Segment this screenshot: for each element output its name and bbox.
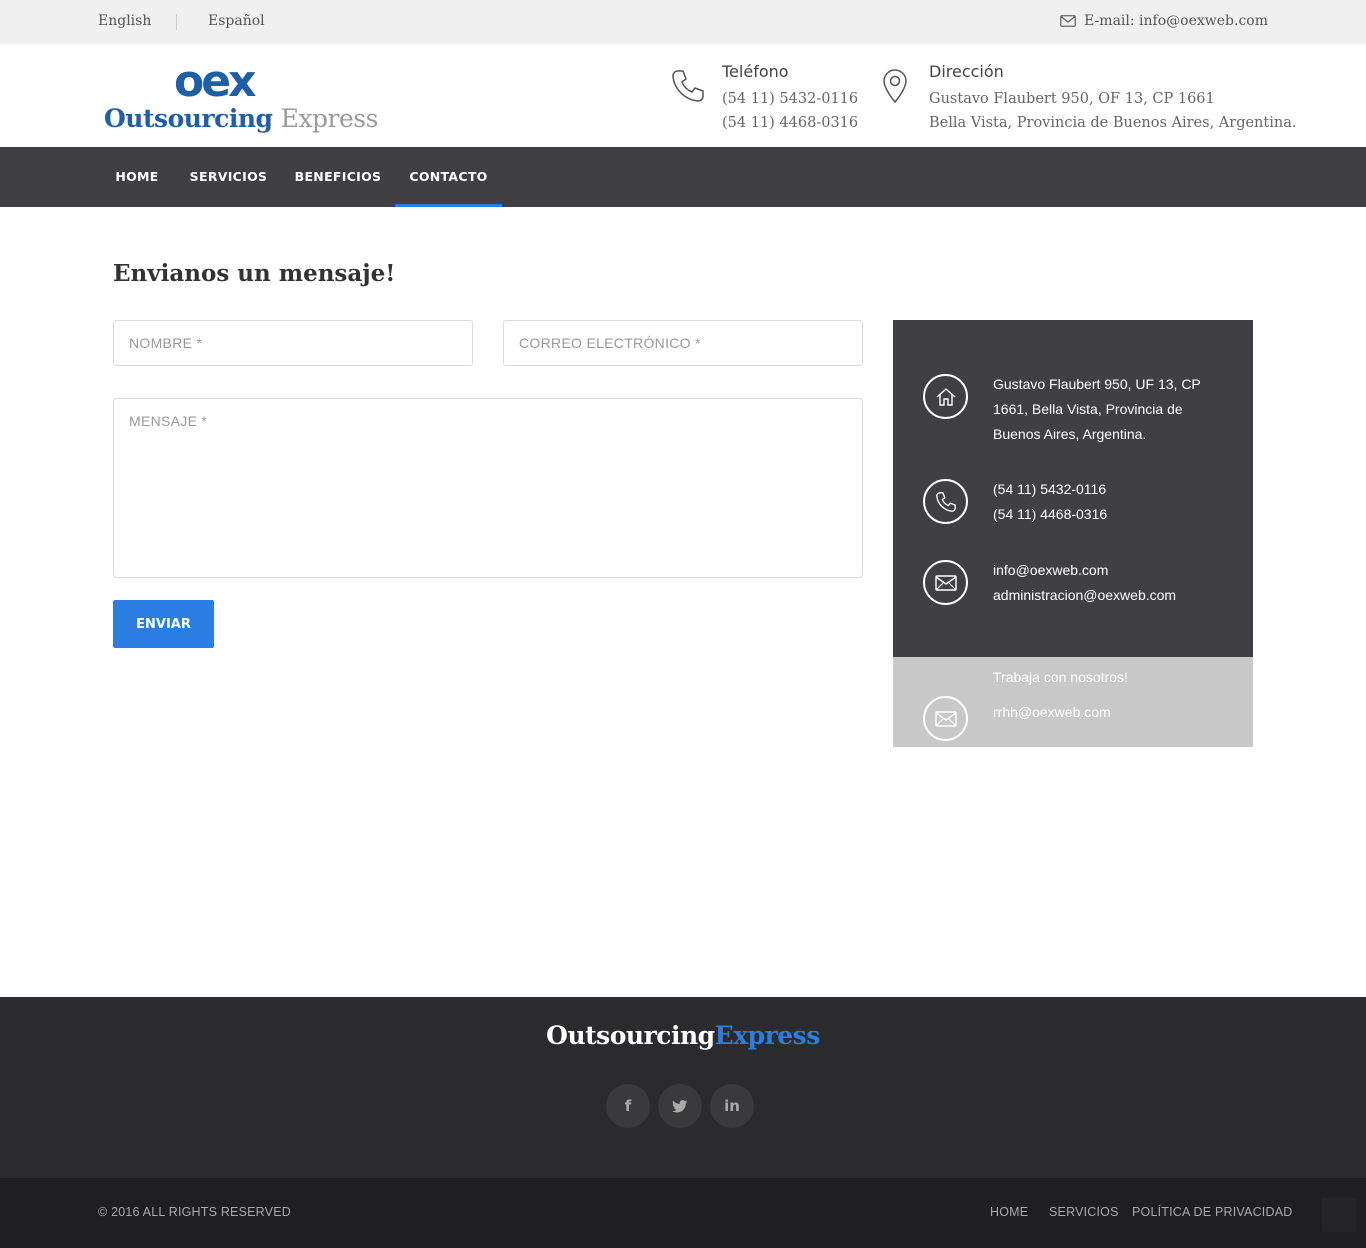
address-title: Dirección (929, 62, 1004, 81)
copyright-text: © 2016 ALL RIGHTS RESERVED (98, 1205, 291, 1219)
lang-divider (176, 14, 177, 30)
envelope-icon (1060, 15, 1076, 27)
nav-item-servicios[interactable]: SERVICIOS (176, 147, 281, 207)
card-phone-1[interactable]: (54 11) 5432-0116 (993, 477, 1107, 502)
name-input[interactable] (113, 320, 473, 366)
send-button[interactable]: ENVIAR (113, 600, 214, 648)
lang-espanol-link[interactable]: Español (208, 13, 265, 29)
email-input[interactable] (503, 320, 863, 366)
header-phone-info: Teléfono (54 11) 5432-0116 (54 11) 4468-… (722, 62, 858, 135)
lang-english-link[interactable]: English (98, 13, 151, 29)
jobs-envelope-icon (923, 696, 968, 741)
contact-info-card: Gustavo Flaubert 950, UF 13, CP 1661, Be… (893, 320, 1253, 657)
top-email-text: E-mail: info@oexweb.com (1084, 13, 1268, 29)
card-email-2[interactable]: administracion@oexweb.com (993, 583, 1176, 608)
phone-line-2[interactable]: (54 11) 4468-0316 (722, 111, 858, 135)
jobs-email[interactable]: rrhh@oexweb.com (993, 704, 1111, 720)
nav-item-beneficios[interactable]: BENEFICIOS (281, 147, 395, 207)
oex-logo-mark: oex (174, 64, 259, 100)
footer-link-servicios[interactable]: SERVICIOS (1049, 1205, 1119, 1219)
logo-wordmark: Outsourcing Express (104, 104, 378, 133)
bottom-bar: © 2016 ALL RIGHTS RESERVED HOME SERVICIO… (0, 1178, 1366, 1248)
card-email-1[interactable]: info@oexweb.com (993, 558, 1176, 583)
site-header: oex Outsourcing Express Teléfono (54 11)… (0, 44, 1366, 147)
card-address-text: Gustavo Flaubert 950, UF 13, CP 1661, Be… (993, 376, 1201, 442)
envelope-circle-icon (923, 560, 968, 605)
phone-circle-icon (923, 479, 968, 524)
card-phones-text: (54 11) 5432-0116 (54 11) 4468-0316 (993, 477, 1107, 527)
top-email[interactable]: E-mail: info@oexweb.com (1060, 13, 1268, 29)
jobs-card: Trabaja con nosotros! rrhh@oexweb.com (893, 657, 1253, 747)
phone-icon (672, 70, 704, 102)
footer-link-home[interactable]: HOME (990, 1205, 1028, 1219)
message-textarea[interactable] (113, 398, 863, 578)
page-title: Envianos un mensaje! (113, 260, 396, 287)
footer-link-privacy[interactable]: POLÍTICA DE PRIVACIDAD (1132, 1205, 1292, 1219)
footer-logo[interactable]: OutsourcingExpress (0, 1021, 1366, 1050)
svg-text:oex: oex (174, 64, 256, 100)
site-footer: OutsourcingExpress f in (0, 997, 1366, 1178)
header-address-info: Dirección Gustavo Flaubert 950, OF 13, C… (929, 62, 1296, 135)
nav-item-contacto[interactable]: CONTACTO (395, 147, 502, 207)
main-nav: HOME SERVICIOS BENEFICIOS CONTACTO (0, 147, 1366, 207)
card-emails-text: info@oexweb.com administracion@oexweb.co… (993, 558, 1176, 608)
phone-title: Teléfono (722, 62, 789, 81)
twitter-icon[interactable] (658, 1084, 702, 1128)
scroll-to-top-button[interactable] (1322, 1198, 1356, 1232)
card-phone-2[interactable]: (54 11) 4468-0316 (993, 502, 1107, 527)
address-line-1: Gustavo Flaubert 950, OF 13, CP 1661 (929, 91, 1215, 107)
top-bar: English Español E-mail: info@oexweb.com (0, 0, 1366, 44)
linkedin-icon[interactable]: in (710, 1084, 754, 1128)
location-pin-icon (883, 69, 907, 104)
phone-line-1[interactable]: (54 11) 5432-0116 (722, 87, 858, 111)
facebook-icon[interactable]: f (606, 1084, 650, 1128)
home-icon (923, 374, 968, 419)
address-line-2: Bella Vista, Provincia de Buenos Aires, … (929, 115, 1297, 131)
site-logo[interactable]: oex Outsourcing Express (104, 64, 378, 134)
jobs-title: Trabaja con nosotros! (993, 669, 1128, 685)
nav-item-home[interactable]: HOME (98, 147, 176, 207)
